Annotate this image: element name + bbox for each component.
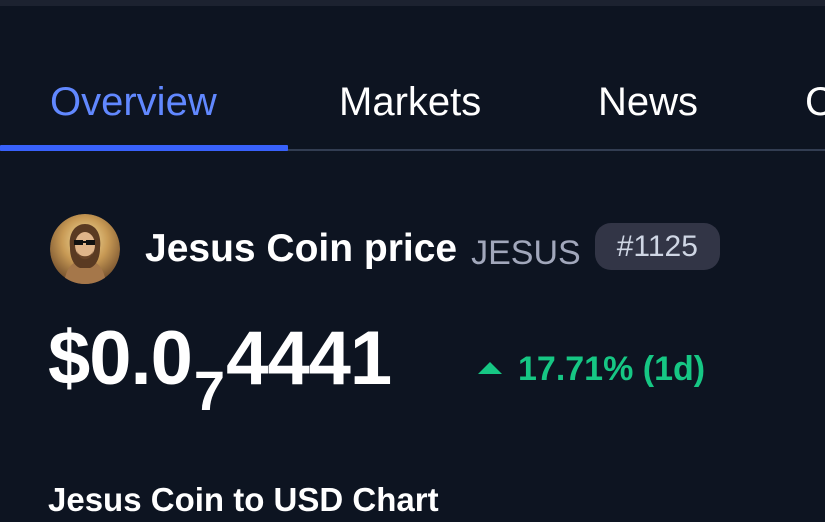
tab-news[interactable]: News	[598, 78, 698, 126]
price-change: 17.71% (1d)	[478, 349, 705, 389]
tab-markets[interactable]: Markets	[339, 78, 481, 126]
coin-symbol: JESUS	[471, 233, 581, 272]
tab-partial[interactable]: C	[805, 78, 825, 126]
tab-bar: Overview Markets News C	[0, 6, 825, 152]
triangle-up-icon	[478, 362, 502, 374]
price-significant: 4441	[226, 316, 392, 401]
rank-badge: #1125	[594, 222, 720, 270]
price-value: $0.074441	[48, 313, 392, 422]
price-zero-count: 7	[193, 359, 225, 422]
price-change-text: 17.71% (1d)	[518, 350, 706, 388]
jesus-sunglasses-avatar-icon	[50, 214, 120, 284]
chart-heading: Jesus Coin to USD Chart	[48, 481, 439, 518]
active-tab-indicator	[0, 145, 288, 151]
tab-overview[interactable]: Overview	[50, 78, 217, 126]
coin-name: Jesus Coin price	[145, 227, 458, 270]
price-prefix: $0.0	[48, 316, 193, 401]
coin-header: Jesus Coin price JESUS #1125	[50, 213, 720, 285]
